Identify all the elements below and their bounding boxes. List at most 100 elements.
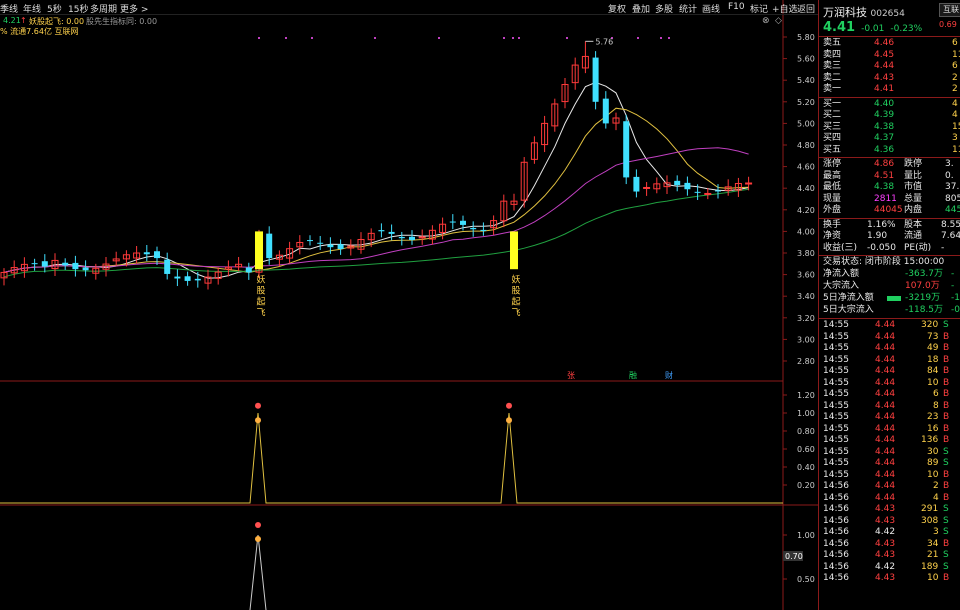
ma60-line (3, 188, 749, 278)
pane2-tick-label: 0.50 (797, 575, 815, 584)
candle-body (337, 244, 344, 250)
price-tick-label: 3.40 (797, 292, 815, 301)
stat2-label-1: 换手 (823, 219, 842, 230)
stat-label-2: 内盘 (904, 205, 923, 215)
peak-price-label: 5.76 (595, 37, 613, 46)
stat2-value-2: 8.55 (941, 219, 960, 230)
tick-volume: 16 (927, 423, 939, 434)
price-tick-label: 3.60 (797, 271, 815, 280)
flow-label: 净流入额 (823, 269, 860, 279)
stat2-label-1: 收益(三) (823, 242, 858, 253)
tick-time: 14:56 (823, 515, 849, 526)
stat2-row: 收益(三) -0.050 PE(动) - (819, 243, 960, 254)
tick-direction: B (943, 354, 950, 365)
toolbar-right-8[interactable]: 返回 (797, 2, 815, 15)
tick-row: 14:56 4.43 308 S (819, 516, 960, 527)
price-tick-label: 4.20 (797, 206, 815, 215)
bid-volume: 3 (952, 133, 958, 143)
tick-price: 4.44 (875, 366, 896, 376)
toolbar-right-3[interactable]: 统计 (679, 2, 697, 15)
tick-price: 4.43 (875, 573, 896, 583)
up-arrow-icon: ↑ (20, 16, 27, 25)
tick-volume: 84 (927, 366, 939, 376)
signal-label-char: 飞 (256, 307, 265, 318)
toolbar-left-4[interactable]: 多周期 (90, 2, 117, 15)
stat-label-2: 跌停 (904, 159, 923, 169)
bid-label: 买一 (823, 98, 842, 109)
candle-body (245, 267, 252, 273)
toolbar-right-5[interactable]: F10 (728, 2, 745, 12)
toolbar-left-0[interactable]: 季线 (0, 2, 18, 15)
ask-volume: 2 (952, 72, 958, 83)
tick-time: 14:56 (823, 561, 849, 572)
tick-direction: S (943, 550, 949, 560)
toolbar-right-0[interactable]: 复权 (608, 2, 626, 15)
toolbar-right-4[interactable]: 画线 (702, 2, 720, 15)
stat-row: 最低 4.38 市值 37.7 (819, 182, 960, 193)
tick-volume: 49 (927, 343, 939, 353)
tick-volume: 30 (927, 446, 939, 457)
candle-body (31, 263, 38, 265)
tick-price: 4.44 (875, 377, 896, 388)
tick-direction: B (943, 481, 950, 491)
stat2-value-1: 1.16% (867, 219, 896, 230)
ask-label: 卖二 (823, 72, 842, 83)
top-dot-marker (668, 37, 670, 39)
quote-panel: 万润科技 002654 互联 4.41 -0.01 -0.23% 0.69 卖五 4.… (818, 0, 960, 610)
stat-value-1: 2811 (874, 193, 897, 204)
toolbar-right-1[interactable]: 叠加 (632, 2, 650, 15)
tick-row: 14:55 4.44 6 B (819, 389, 960, 400)
bid-price: 4.36 (874, 144, 895, 155)
candle-body (378, 230, 385, 232)
tick-volume: 291 (921, 504, 939, 514)
stat2-label-2: PE(动) (904, 242, 932, 253)
flow-row: 大宗流入 107.0万 - (819, 281, 960, 292)
bomb-icon (255, 402, 261, 409)
kline-chart[interactable]: 妖股起飞 妖股起飞 5.76 张 融 财 1.20 1.00 0.80 0.60 0.40 0.20… (0, 0, 818, 610)
toolbar-left-3[interactable]: 15秒 (68, 2, 88, 15)
tick-time: 14:56 (823, 573, 849, 583)
bid-label: 买三 (823, 121, 842, 132)
tick-volume: 136 (921, 435, 939, 445)
bid-price: 4.39 (874, 110, 895, 120)
toolbar-right-6[interactable]: 标记 (750, 2, 768, 15)
tick-volume: 89 (927, 458, 939, 468)
coin-icon (506, 417, 512, 424)
flow-extra: - (951, 269, 955, 279)
toolbar-right-2[interactable]: 多股 (655, 2, 673, 15)
stat-value-1: 4.51 (874, 170, 895, 181)
candle-body (460, 220, 466, 225)
flow-label: 5日大宗流入 (823, 305, 874, 315)
stat2-row: 净资 1.90 流通 7.64 (819, 231, 960, 242)
toolbar-left-5[interactable]: 更多 > (120, 2, 148, 15)
candle-body (164, 259, 171, 274)
tick-volume: 10 (927, 469, 939, 480)
tick-direction: B (943, 412, 950, 422)
candle-body (449, 221, 456, 223)
tick-row: 14:56 4.44 2 B (819, 481, 960, 492)
toolbar-left-2[interactable]: 5秒 (47, 2, 62, 15)
tick-time: 14:56 (823, 538, 849, 549)
pane1-tick-label: 0.60 (797, 445, 815, 454)
tick-volume: 21 (927, 550, 939, 560)
toolbar-left-1[interactable]: 年线 (23, 2, 41, 15)
float-cap-label: % 流通7.64亿 互联网 (0, 27, 79, 36)
candle-body (194, 278, 201, 281)
tick-time: 14:55 (823, 446, 849, 457)
bid-price: 4.38 (874, 121, 895, 132)
event-marker-0: 张 (567, 371, 575, 380)
tick-price: 4.44 (875, 400, 896, 411)
stock-code: 002654 (870, 9, 905, 19)
tick-direction: B (943, 400, 950, 411)
ask-volume: 6 (952, 61, 958, 71)
candle-body (674, 180, 681, 186)
tick-volume: 23 (927, 412, 939, 422)
sector-button[interactable]: 互联 (939, 3, 960, 17)
bid-row: 买三 4.38 15 (819, 122, 960, 133)
candle-body (327, 244, 334, 248)
ask-row: 卖三 4.44 6 (819, 61, 960, 72)
tick-time: 14:55 (823, 389, 849, 399)
separator (819, 157, 960, 158)
toolbar-right-7[interactable]: +自选 (772, 2, 798, 15)
chart-grid (0, 0, 818, 610)
